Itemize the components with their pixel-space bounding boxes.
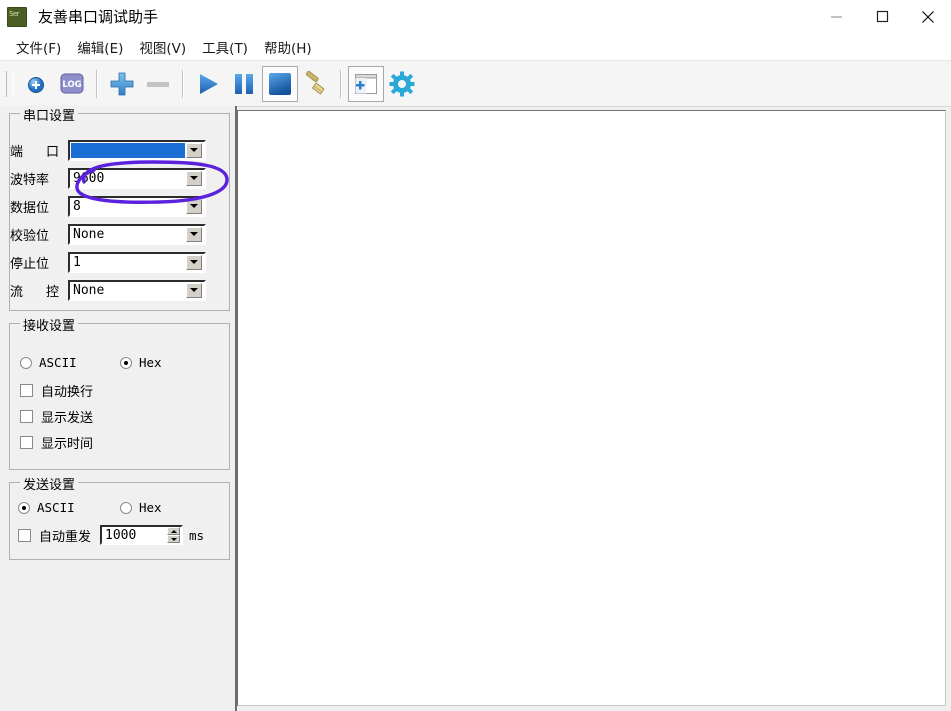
show-send-label: 显示发送 xyxy=(41,411,94,426)
radio-icon[interactable] xyxy=(18,501,30,514)
toolbar: LOG xyxy=(0,61,951,107)
window-title: 友善串口调试助手 xyxy=(38,8,159,26)
field-flow-control: 流控 None xyxy=(10,279,206,301)
menu-edit[interactable]: 编辑(E) xyxy=(69,34,131,60)
new-window-icon[interactable] xyxy=(348,65,384,102)
toolbar-separator xyxy=(96,69,98,98)
left-settings-panel: 串口设置 端口 波特率 9600 数据位 8 校验位 None 停止位 1 流 … xyxy=(0,105,237,711)
spinner-up-icon[interactable] xyxy=(167,527,181,535)
auto-resend-unit: ms xyxy=(189,527,205,543)
spinner-down-icon[interactable] xyxy=(167,535,181,543)
receive-ascii-label: ASCII xyxy=(39,355,77,370)
checkbox-icon[interactable] xyxy=(18,528,31,542)
add-connection-icon[interactable] xyxy=(18,66,54,102)
stop-icon[interactable] xyxy=(262,65,298,102)
menu-help[interactable]: 帮助(H) xyxy=(256,34,320,60)
parity-value: None xyxy=(73,226,105,242)
stop-bits-combobox[interactable]: 1 xyxy=(68,251,206,273)
settings-icon[interactable] xyxy=(384,66,420,102)
menu-file[interactable]: 文件(F) xyxy=(8,34,69,60)
spinner-buttons[interactable] xyxy=(167,527,181,543)
send-settings-legend: 发送设置 xyxy=(20,474,79,493)
chevron-down-icon[interactable] xyxy=(186,282,202,298)
flow-control-combobox[interactable]: None xyxy=(68,279,206,301)
checkbox-auto-wrap[interactable]: 自动换行 xyxy=(20,381,93,400)
pause-icon[interactable] xyxy=(226,66,262,102)
clear-icon[interactable] xyxy=(298,66,334,102)
auto-resend-label: 自动重发 xyxy=(39,529,92,545)
data-bits-value: 8 xyxy=(73,198,81,214)
radio-icon[interactable] xyxy=(120,356,132,369)
toolbar-grip[interactable] xyxy=(6,70,14,97)
stop-bits-value: 1 xyxy=(73,254,81,270)
close-icon[interactable] xyxy=(905,0,951,33)
play-icon[interactable] xyxy=(190,66,226,102)
chevron-down-icon[interactable] xyxy=(186,198,202,214)
send-hex-label: Hex xyxy=(139,500,162,515)
maximize-icon[interactable] xyxy=(859,0,905,33)
baud-rate-value: 9600 xyxy=(73,170,105,186)
field-port: 端口 xyxy=(10,139,206,161)
auto-resend-interval-stepper[interactable]: 1000 xyxy=(100,525,184,545)
menu-view[interactable]: 视图(V) xyxy=(131,34,194,60)
field-parity: 校验位 None xyxy=(10,223,206,245)
auto-resend-interval-value: 1000 xyxy=(105,527,137,543)
serial-settings-legend: 串口设置 xyxy=(20,105,79,124)
window-controls xyxy=(813,0,951,33)
field-baud-rate: 波特率 9600 xyxy=(10,167,206,189)
checkbox-icon[interactable] xyxy=(20,384,33,397)
menu-tools[interactable]: 工具(T) xyxy=(194,34,256,60)
minimize-icon[interactable] xyxy=(813,0,859,33)
checkbox-show-send[interactable]: 显示发送 xyxy=(20,407,93,426)
send-format-hex[interactable]: Hex xyxy=(120,500,162,515)
send-ascii-label: ASCII xyxy=(37,500,75,515)
toolbar-separator-3 xyxy=(340,69,342,98)
port-combobox[interactable] xyxy=(68,139,206,161)
parity-label: 校验位 xyxy=(10,228,50,244)
send-settings-group: 发送设置 xyxy=(9,474,230,560)
chevron-down-icon[interactable] xyxy=(186,142,202,158)
auto-resend-row: 自动重发 1000 ms xyxy=(18,525,204,545)
chevron-down-icon[interactable] xyxy=(186,254,202,270)
send-format-ascii[interactable]: ASCII xyxy=(18,500,75,515)
radio-icon[interactable] xyxy=(20,356,32,369)
receive-settings-legend: 接收设置 xyxy=(20,315,79,334)
baud-rate-combobox[interactable]: 9600 xyxy=(68,167,206,189)
data-bits-label: 数据位 xyxy=(10,200,50,216)
radio-icon[interactable] xyxy=(120,501,132,514)
title-bar: 友善串口调试助手 xyxy=(0,0,951,33)
field-stop-bits: 停止位 1 xyxy=(10,251,206,273)
add-icon[interactable] xyxy=(104,66,140,102)
auto-wrap-label: 自动换行 xyxy=(41,385,94,400)
data-bits-combobox[interactable]: 8 xyxy=(68,195,206,217)
receive-hex-label: Hex xyxy=(139,355,162,370)
chevron-down-icon[interactable] xyxy=(186,170,202,186)
svg-text:LOG: LOG xyxy=(62,80,81,90)
toolbar-separator-2 xyxy=(182,69,184,98)
terminal-output-area[interactable] xyxy=(237,110,946,706)
remove-icon xyxy=(140,66,176,102)
show-time-label: 显示时间 xyxy=(41,437,94,452)
flow-control-value: None xyxy=(73,282,105,298)
parity-combobox[interactable]: None xyxy=(68,223,206,245)
receive-format-ascii[interactable]: ASCII xyxy=(20,355,77,370)
chevron-down-icon[interactable] xyxy=(186,226,202,242)
port-value xyxy=(71,142,185,158)
field-data-bits: 数据位 8 xyxy=(10,195,206,217)
serial-app-icon xyxy=(7,6,27,27)
flow-control-label: 流控 xyxy=(10,284,59,300)
stop-bits-label: 停止位 xyxy=(10,256,50,272)
receive-format-hex[interactable]: Hex xyxy=(120,355,162,370)
menu-bar: 文件(F) 编辑(E) 视图(V) 工具(T) 帮助(H) xyxy=(0,33,951,61)
port-label: 端口 xyxy=(10,144,59,160)
log-icon[interactable]: LOG xyxy=(54,66,90,102)
checkbox-show-time[interactable]: 显示时间 xyxy=(20,433,93,452)
checkbox-icon[interactable] xyxy=(20,436,33,449)
baud-rate-label: 波特率 xyxy=(10,172,50,188)
checkbox-icon[interactable] xyxy=(20,410,33,423)
